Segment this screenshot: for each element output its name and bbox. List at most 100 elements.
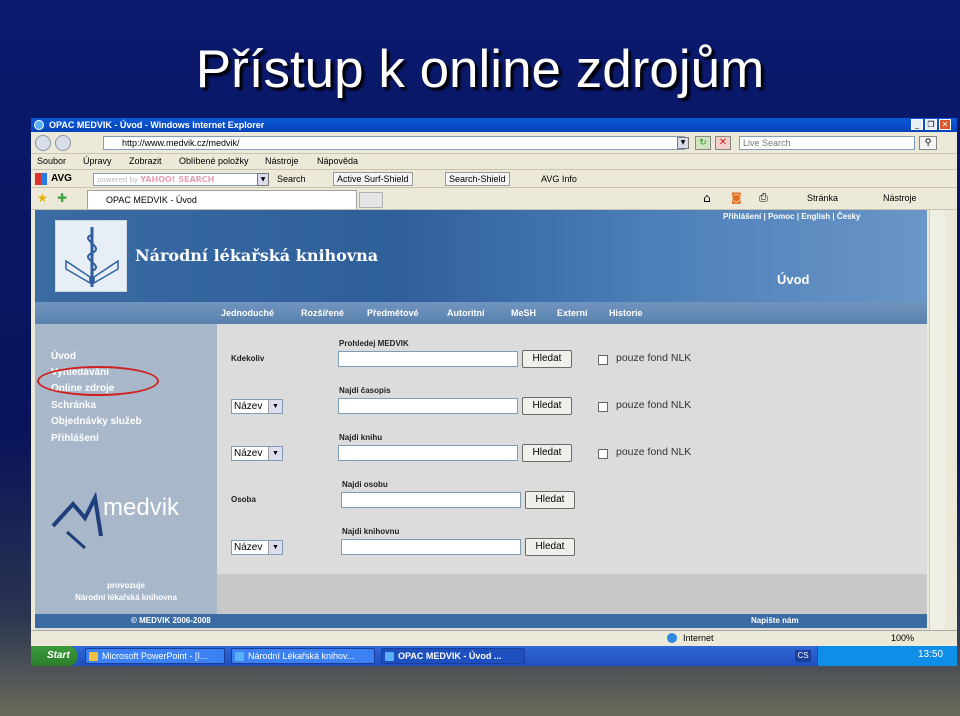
search-shield-button[interactable]: Search-Shield [445, 172, 510, 186]
link-prihlaseni[interactable]: Přihlášení [723, 212, 761, 221]
stop-icon[interactable]: ✕ [715, 136, 731, 150]
tab-mesh[interactable]: MeSH [511, 302, 536, 324]
tab-predmetove[interactable]: Předmětové [367, 302, 419, 324]
favorites-star-icon[interactable]: ★ [37, 191, 48, 205]
search-button-medvik[interactable]: Hledat [522, 350, 572, 368]
menu-item-napoveda[interactable]: Nápověda [317, 154, 358, 168]
sidebar-item-prihlaseni[interactable]: Přihlášení [51, 432, 99, 446]
avg-label[interactable]: AVG [51, 172, 72, 186]
ie-icon [235, 652, 244, 661]
search-input-kniha[interactable] [338, 445, 518, 461]
start-button[interactable]: Start [31, 646, 77, 666]
tab-rozsirene[interactable]: Rozšířené [301, 302, 344, 324]
ie-icon [34, 120, 44, 130]
powered-by-label: powered by [97, 176, 139, 184]
tab-autoritni[interactable]: Autoritní [447, 302, 485, 324]
row-title: Prohledej MEDVIK [339, 339, 409, 348]
search-button-knihovna[interactable]: Hledat [525, 538, 575, 556]
checkbox-nlk-1[interactable] [598, 355, 608, 365]
checkbox-label: pouze fond NLK [616, 399, 692, 411]
row-title: Najdi časopis [339, 386, 391, 395]
ie-icon [385, 652, 394, 661]
link-english[interactable]: English [801, 212, 830, 221]
select-nazev-3[interactable]: Název ▼ [231, 540, 283, 555]
highlight-circle [37, 366, 159, 396]
select-nazev-2[interactable]: Název ▼ [231, 446, 283, 461]
minimize-icon[interactable]: _ [911, 119, 923, 130]
back-icon[interactable] [35, 135, 51, 151]
home-icon[interactable]: ⌂ [703, 191, 711, 205]
system-tray: 13:50 [817, 646, 957, 666]
zoom-label[interactable]: 100% [891, 631, 914, 645]
checkbox-nlk-2[interactable] [598, 402, 608, 412]
search-input-casopis[interactable] [338, 398, 518, 414]
yahoo-search-input[interactable]: powered by YAHOO! SEARCH [93, 173, 269, 186]
avg-logo-icon [35, 173, 47, 185]
operated-by-label: provozuje [107, 581, 145, 590]
write-us-link[interactable]: Napište nám [751, 614, 799, 628]
taskbar-item-powerpoint[interactable]: Microsoft PowerPoint - [I... [85, 648, 225, 664]
maximize-icon[interactable]: ❐ [925, 119, 937, 130]
menu-item-soubor[interactable]: Soubor [37, 154, 66, 168]
taskbar-item-label: Microsoft PowerPoint - [I... [102, 651, 208, 661]
print-icon[interactable]: ⎙ [759, 191, 768, 205]
language-indicator[interactable]: CS [795, 650, 811, 662]
menu-item-upravy[interactable]: Úpravy [83, 154, 112, 168]
feeds-icon[interactable]: ◙ [731, 191, 742, 204]
close-icon[interactable]: ✕ [939, 119, 951, 130]
chevron-down-icon[interactable]: ▼ [677, 137, 689, 149]
checkbox-nlk-3[interactable] [598, 449, 608, 459]
checkbox-label: pouze fond NLK [616, 446, 692, 458]
link-pomoc[interactable]: Pomoc [768, 212, 795, 221]
refresh-icon[interactable]: ↻ [695, 136, 711, 150]
search-icon[interactable]: ⚲ [919, 136, 937, 150]
tab-jednoduche[interactable]: Jednoduché [221, 302, 274, 324]
tab-externi[interactable]: Externí [557, 302, 588, 324]
sidebar-item-schranka[interactable]: Schránka [51, 399, 96, 413]
search-button-kniha[interactable]: Hledat [522, 444, 572, 462]
menu-item-nastroje[interactable]: Nástroje [265, 154, 299, 168]
checkbox-label: pouze fond NLK [616, 352, 692, 364]
clock: 13:50 [918, 649, 944, 660]
select-value: Název [234, 401, 263, 412]
search-input-knihovna[interactable] [341, 539, 521, 555]
top-links: Přihlášení | Pomoc | English | Česky [723, 212, 861, 221]
chevron-down-icon[interactable]: ▼ [257, 173, 269, 186]
copyright: © MEDVIK 2006-2008 [131, 616, 211, 625]
select-value: Název [234, 448, 263, 459]
search-button-osoba[interactable]: Hledat [525, 491, 575, 509]
globe-icon [667, 633, 677, 643]
menu-item-oblibene[interactable]: Oblíbené položky [179, 154, 249, 168]
tools-menu[interactable]: Nástroje [883, 191, 917, 205]
forward-icon[interactable] [55, 135, 71, 151]
search-input-medvik[interactable] [338, 351, 518, 367]
taskbar-item-opac[interactable]: OPAC MEDVIK - Úvod ... [381, 648, 525, 664]
page-menu[interactable]: Stránka [807, 191, 838, 205]
search-button[interactable]: Search [277, 172, 306, 186]
status-bar: Internet 100% [31, 630, 957, 647]
taskbar-item-nlk[interactable]: Národní Lékařská knihov... [231, 648, 375, 664]
avg-toolbar: AVG powered by YAHOO! SEARCH ▼ Search Ac… [31, 170, 957, 188]
yahoo-search-label: YAHOO! SEARCH [140, 175, 215, 184]
select-nazev-1[interactable]: Název ▼ [231, 399, 283, 414]
taskbar-item-label: Národní Lékařská knihov... [248, 651, 355, 661]
row-title: Najdi osobu [342, 480, 388, 489]
active-surf-shield-button[interactable]: Active Surf-Shield [333, 172, 413, 186]
tab-opac-medvik[interactable]: OPAC MEDVIK - Úvod [87, 190, 357, 209]
new-tab-button[interactable] [359, 192, 383, 208]
menu-item-zobrazit[interactable]: Zobrazit [129, 154, 162, 168]
live-search-input[interactable]: Live Search [739, 136, 915, 150]
address-input[interactable]: http://www.medvik.cz/medvik/ [103, 136, 685, 150]
link-cesky[interactable]: Česky [837, 212, 861, 221]
chevron-down-icon: ▼ [268, 447, 282, 460]
tab-historie[interactable]: Historie [609, 302, 643, 324]
search-button-casopis[interactable]: Hledat [522, 397, 572, 415]
avg-info-button[interactable]: AVG Info [541, 172, 577, 186]
add-favorites-icon[interactable]: ✚ [57, 191, 67, 205]
row-title: Najdi knihu [339, 433, 383, 442]
medvik-logo-text: medvik [103, 494, 180, 521]
search-input-osoba[interactable] [341, 492, 521, 508]
vertical-scrollbar[interactable] [929, 210, 945, 630]
sidebar-item-objednavky[interactable]: Objednávky služeb [51, 415, 142, 429]
sidebar-item-uvod[interactable]: Úvod [51, 350, 76, 364]
